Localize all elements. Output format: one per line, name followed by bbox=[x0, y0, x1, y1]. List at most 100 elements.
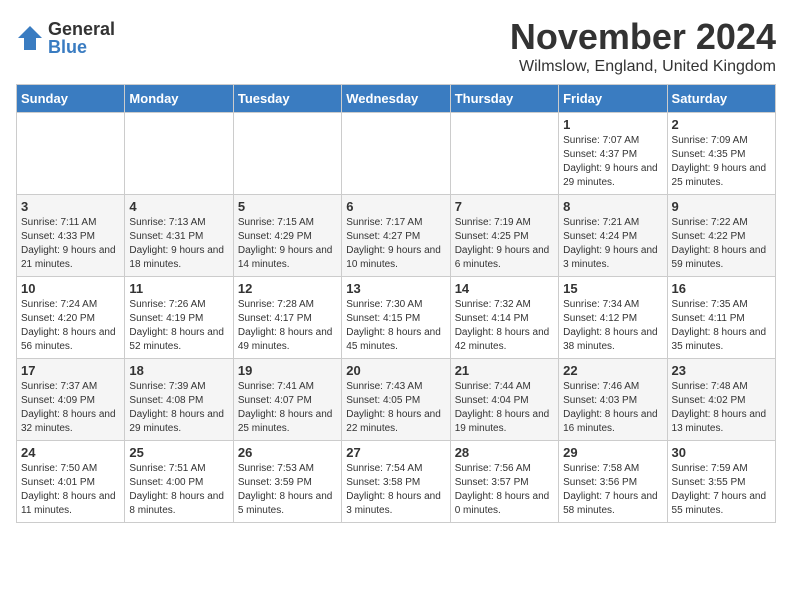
day-number: 7 bbox=[455, 199, 554, 214]
header-day-tuesday: Tuesday bbox=[233, 85, 341, 113]
calendar-week-3: 10 Sunrise: 7:24 AMSunset: 4:20 PMDayligh… bbox=[17, 277, 776, 359]
day-info: Sunrise: 7:13 AMSunset: 4:31 PMDaylight:… bbox=[129, 216, 228, 272]
header: General Blue November 2024 Wilmslow, Eng… bbox=[16, 16, 776, 76]
day-number: 5 bbox=[238, 199, 337, 214]
calendar-cell: 5 Sunrise: 7:15 AMSunset: 4:29 PMDaylight… bbox=[233, 195, 341, 277]
day-info: Sunrise: 7:30 AMSunset: 4:15 PMDaylight:… bbox=[346, 298, 445, 354]
day-number: 10 bbox=[21, 281, 120, 296]
calendar-cell: 11Sunrise: 7:26 AMSunset: 4:19 PMDayligh… bbox=[125, 277, 233, 359]
day-number: 28 bbox=[455, 445, 554, 460]
calendar-header-row: SundayMondayTuesdayWednesdayThursdayFrid… bbox=[17, 85, 776, 113]
header-day-monday: Monday bbox=[125, 85, 233, 113]
header-day-friday: Friday bbox=[559, 85, 667, 113]
day-number: 11 bbox=[129, 281, 228, 296]
day-number: 13 bbox=[346, 281, 445, 296]
calendar-cell: 26 Sunrise: 7:53 AMSunset: 3:59 PMDayligh… bbox=[233, 441, 341, 523]
calendar-cell: 2Sunrise: 7:09 AMSunset: 4:35 PMDaylight… bbox=[667, 113, 775, 195]
day-info: Sunrise: 7:59 AMSunset: 3:55 PMDaylight:… bbox=[672, 462, 771, 518]
calendar-cell: 29 Sunrise: 7:58 AMSunset: 3:56 PMDayligh… bbox=[559, 441, 667, 523]
calendar-body: 1 Sunrise: 7:07 AMSunset: 4:37 PMDaylight… bbox=[17, 113, 776, 523]
calendar-cell: 27Sunrise: 7:54 AMSunset: 3:58 PMDayligh… bbox=[342, 441, 450, 523]
day-number: 17 bbox=[21, 363, 120, 378]
day-info: Sunrise: 7:56 AMSunset: 3:57 PMDaylight:… bbox=[455, 462, 554, 518]
logo-blue-text: Blue bbox=[48, 38, 115, 56]
calendar-cell: 21 Sunrise: 7:44 AMSunset: 4:04 PMDayligh… bbox=[450, 359, 558, 441]
header-day-wednesday: Wednesday bbox=[342, 85, 450, 113]
calendar-cell: 13 Sunrise: 7:30 AMSunset: 4:15 PMDayligh… bbox=[342, 277, 450, 359]
calendar-cell: 4 Sunrise: 7:13 AMSunset: 4:31 PMDaylight… bbox=[125, 195, 233, 277]
day-info: Sunrise: 7:34 AMSunset: 4:12 PMDaylight:… bbox=[563, 298, 662, 354]
calendar-table: SundayMondayTuesdayWednesdayThursdayFrid… bbox=[16, 84, 776, 523]
day-number: 4 bbox=[129, 199, 228, 214]
calendar-cell: 18 Sunrise: 7:39 AMSunset: 4:08 PMDayligh… bbox=[125, 359, 233, 441]
day-number: 23 bbox=[672, 363, 771, 378]
calendar-cell: 30 Sunrise: 7:59 AMSunset: 3:55 PMDayligh… bbox=[667, 441, 775, 523]
day-number: 25 bbox=[129, 445, 228, 460]
day-number: 22 bbox=[563, 363, 662, 378]
calendar-cell: 24Sunrise: 7:50 AMSunset: 4:01 PMDayligh… bbox=[17, 441, 125, 523]
day-info: Sunrise: 7:48 AMSunset: 4:02 PMDaylight:… bbox=[672, 380, 771, 436]
calendar-cell: 23 Sunrise: 7:48 AMSunset: 4:02 PMDayligh… bbox=[667, 359, 775, 441]
day-info: Sunrise: 7:07 AMSunset: 4:37 PMDaylight:… bbox=[563, 134, 662, 190]
day-info: Sunrise: 7:53 AMSunset: 3:59 PMDaylight:… bbox=[238, 462, 337, 518]
calendar-cell: 3 Sunrise: 7:11 AMSunset: 4:33 PMDaylight… bbox=[17, 195, 125, 277]
location-title: Wilmslow, England, United Kingdom bbox=[510, 58, 776, 76]
day-info: Sunrise: 7:58 AMSunset: 3:56 PMDaylight:… bbox=[563, 462, 662, 518]
calendar-cell: 14Sunrise: 7:32 AMSunset: 4:14 PMDayligh… bbox=[450, 277, 558, 359]
logo-general-text: General bbox=[48, 20, 115, 38]
title-section: November 2024 Wilmslow, England, United … bbox=[510, 16, 776, 76]
day-info: Sunrise: 7:24 AMSunset: 4:20 PMDaylight:… bbox=[21, 298, 120, 354]
calendar-cell bbox=[17, 113, 125, 195]
calendar-cell bbox=[125, 113, 233, 195]
day-info: Sunrise: 7:28 AMSunset: 4:17 PMDaylight:… bbox=[238, 298, 337, 354]
day-info: Sunrise: 7:17 AMSunset: 4:27 PMDaylight:… bbox=[346, 216, 445, 272]
day-number: 29 bbox=[563, 445, 662, 460]
calendar-cell: 9Sunrise: 7:22 AMSunset: 4:22 PMDaylight… bbox=[667, 195, 775, 277]
day-info: Sunrise: 7:51 AMSunset: 4:00 PMDaylight:… bbox=[129, 462, 228, 518]
day-number: 2 bbox=[672, 117, 771, 132]
calendar-cell: 20 Sunrise: 7:43 AMSunset: 4:05 PMDayligh… bbox=[342, 359, 450, 441]
logo-icon bbox=[16, 24, 44, 52]
day-number: 30 bbox=[672, 445, 771, 460]
day-number: 26 bbox=[238, 445, 337, 460]
calendar-week-5: 24Sunrise: 7:50 AMSunset: 4:01 PMDayligh… bbox=[17, 441, 776, 523]
logo-text: General Blue bbox=[48, 20, 115, 56]
day-info: Sunrise: 7:39 AMSunset: 4:08 PMDaylight:… bbox=[129, 380, 228, 436]
day-number: 20 bbox=[346, 363, 445, 378]
day-number: 14 bbox=[455, 281, 554, 296]
day-info: Sunrise: 7:41 AMSunset: 4:07 PMDaylight:… bbox=[238, 380, 337, 436]
calendar-week-1: 1 Sunrise: 7:07 AMSunset: 4:37 PMDaylight… bbox=[17, 113, 776, 195]
month-title: November 2024 bbox=[510, 16, 776, 58]
day-info: Sunrise: 7:44 AMSunset: 4:04 PMDaylight:… bbox=[455, 380, 554, 436]
day-number: 21 bbox=[455, 363, 554, 378]
logo: General Blue bbox=[16, 20, 115, 56]
day-number: 18 bbox=[129, 363, 228, 378]
calendar-cell: 12Sunrise: 7:28 AMSunset: 4:17 PMDayligh… bbox=[233, 277, 341, 359]
calendar-cell: 15 Sunrise: 7:34 AMSunset: 4:12 PMDayligh… bbox=[559, 277, 667, 359]
day-info: Sunrise: 7:21 AMSunset: 4:24 PMDaylight:… bbox=[563, 216, 662, 272]
day-info: Sunrise: 7:35 AMSunset: 4:11 PMDaylight:… bbox=[672, 298, 771, 354]
calendar-cell: 28 Sunrise: 7:56 AMSunset: 3:57 PMDayligh… bbox=[450, 441, 558, 523]
day-number: 3 bbox=[21, 199, 120, 214]
day-number: 16 bbox=[672, 281, 771, 296]
calendar-cell: 7 Sunrise: 7:19 AMSunset: 4:25 PMDaylight… bbox=[450, 195, 558, 277]
day-info: Sunrise: 7:43 AMSunset: 4:05 PMDaylight:… bbox=[346, 380, 445, 436]
calendar-cell: 17Sunrise: 7:37 AMSunset: 4:09 PMDayligh… bbox=[17, 359, 125, 441]
day-number: 15 bbox=[563, 281, 662, 296]
day-info: Sunrise: 7:46 AMSunset: 4:03 PMDaylight:… bbox=[563, 380, 662, 436]
calendar-week-2: 3 Sunrise: 7:11 AMSunset: 4:33 PMDaylight… bbox=[17, 195, 776, 277]
day-info: Sunrise: 7:19 AMSunset: 4:25 PMDaylight:… bbox=[455, 216, 554, 272]
calendar-week-4: 17Sunrise: 7:37 AMSunset: 4:09 PMDayligh… bbox=[17, 359, 776, 441]
day-info: Sunrise: 7:15 AMSunset: 4:29 PMDaylight:… bbox=[238, 216, 337, 272]
day-info: Sunrise: 7:54 AMSunset: 3:58 PMDaylight:… bbox=[346, 462, 445, 518]
day-info: Sunrise: 7:22 AMSunset: 4:22 PMDaylight:… bbox=[672, 216, 771, 272]
header-day-saturday: Saturday bbox=[667, 85, 775, 113]
calendar-cell bbox=[342, 113, 450, 195]
day-info: Sunrise: 7:11 AMSunset: 4:33 PMDaylight:… bbox=[21, 216, 120, 272]
calendar-cell: 25 Sunrise: 7:51 AMSunset: 4:00 PMDayligh… bbox=[125, 441, 233, 523]
calendar-cell: 8Sunrise: 7:21 AMSunset: 4:24 PMDaylight… bbox=[559, 195, 667, 277]
calendar-cell: 16 Sunrise: 7:35 AMSunset: 4:11 PMDayligh… bbox=[667, 277, 775, 359]
calendar-cell: 22 Sunrise: 7:46 AMSunset: 4:03 PMDayligh… bbox=[559, 359, 667, 441]
day-number: 1 bbox=[563, 117, 662, 132]
calendar-cell bbox=[233, 113, 341, 195]
